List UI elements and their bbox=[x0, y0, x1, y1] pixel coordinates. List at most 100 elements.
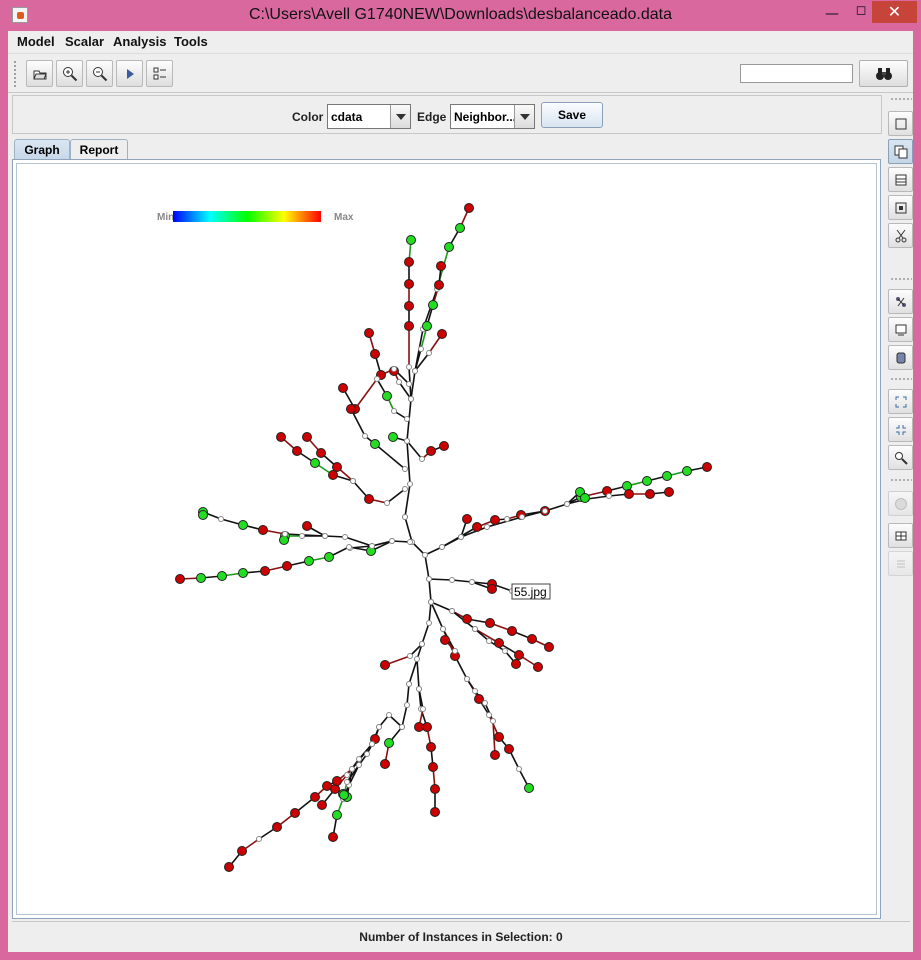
reset-zoom-button[interactable] bbox=[888, 417, 913, 442]
internal-node[interactable] bbox=[504, 516, 510, 522]
internal-node[interactable] bbox=[402, 514, 408, 520]
internal-node[interactable] bbox=[472, 626, 478, 632]
internal-node[interactable] bbox=[406, 364, 412, 370]
frame-tool-button[interactable] bbox=[888, 195, 913, 220]
instance-node[interactable] bbox=[279, 535, 289, 545]
instance-node[interactable] bbox=[527, 634, 537, 644]
instance-node[interactable] bbox=[310, 458, 320, 468]
instance-node[interactable] bbox=[328, 832, 338, 842]
instance-node[interactable] bbox=[364, 494, 374, 504]
instance-node[interactable] bbox=[462, 514, 472, 524]
instance-node[interactable] bbox=[487, 584, 497, 594]
internal-node[interactable] bbox=[362, 433, 368, 439]
close-button[interactable]: ✕ bbox=[872, 1, 917, 23]
instance-node[interactable] bbox=[332, 776, 342, 786]
internal-node[interactable] bbox=[486, 712, 492, 718]
internal-node[interactable] bbox=[519, 514, 525, 520]
internal-node[interactable] bbox=[399, 724, 405, 730]
instance-node[interactable] bbox=[455, 223, 465, 233]
instance-node[interactable] bbox=[544, 642, 554, 652]
database-tool-button[interactable] bbox=[888, 345, 913, 370]
instance-node[interactable] bbox=[304, 556, 314, 566]
internal-node[interactable] bbox=[396, 379, 402, 385]
internal-node[interactable] bbox=[422, 552, 428, 558]
instance-node[interactable] bbox=[414, 722, 424, 732]
instance-node[interactable] bbox=[290, 808, 300, 818]
internal-node[interactable] bbox=[418, 346, 424, 352]
instance-node[interactable] bbox=[645, 489, 655, 499]
internal-node[interactable] bbox=[408, 396, 414, 402]
instance-node[interactable] bbox=[524, 783, 534, 793]
internal-node[interactable] bbox=[458, 534, 464, 540]
internal-node[interactable] bbox=[391, 408, 397, 414]
instance-node[interactable] bbox=[310, 792, 320, 802]
instance-node[interactable] bbox=[370, 439, 380, 449]
internal-node[interactable] bbox=[344, 772, 350, 778]
internal-node[interactable] bbox=[439, 544, 445, 550]
internal-node[interactable] bbox=[402, 486, 408, 492]
internal-node[interactable] bbox=[349, 766, 355, 772]
menu-tools[interactable]: Tools bbox=[174, 34, 208, 49]
internal-node[interactable] bbox=[428, 599, 434, 605]
internal-node[interactable] bbox=[449, 577, 455, 583]
internal-node[interactable] bbox=[407, 653, 413, 659]
menu-model[interactable]: Model bbox=[17, 34, 55, 49]
instance-node[interactable] bbox=[662, 471, 672, 481]
instance-node[interactable] bbox=[439, 441, 449, 451]
instance-node[interactable] bbox=[388, 432, 398, 442]
internal-node[interactable] bbox=[542, 508, 548, 514]
internal-node[interactable] bbox=[346, 544, 352, 550]
instance-node[interactable] bbox=[494, 638, 504, 648]
minimize-button[interactable]: — bbox=[820, 6, 844, 28]
play-button[interactable] bbox=[116, 60, 143, 87]
instance-node[interactable] bbox=[664, 487, 674, 497]
instance-node[interactable] bbox=[302, 521, 312, 531]
instance-node[interactable] bbox=[258, 525, 268, 535]
instance-node[interactable] bbox=[490, 515, 500, 525]
list-tool-button[interactable] bbox=[888, 167, 913, 192]
instance-node[interactable] bbox=[464, 203, 474, 213]
instance-node[interactable] bbox=[175, 574, 185, 584]
monitor-tool-button[interactable] bbox=[888, 317, 913, 342]
instance-node[interactable] bbox=[490, 750, 500, 760]
internal-node[interactable] bbox=[412, 368, 418, 374]
instance-node[interactable] bbox=[404, 257, 414, 267]
cut-tool-button[interactable] bbox=[888, 223, 913, 248]
instance-node[interactable] bbox=[430, 807, 440, 817]
instance-node[interactable] bbox=[384, 738, 394, 748]
fit-tool-button[interactable] bbox=[888, 389, 913, 414]
internal-node[interactable] bbox=[414, 656, 420, 662]
internal-node[interactable] bbox=[404, 438, 410, 444]
instance-node[interactable] bbox=[339, 790, 349, 800]
instance-node[interactable] bbox=[430, 784, 440, 794]
find-button[interactable] bbox=[859, 60, 908, 87]
zoom-in-button[interactable] bbox=[56, 60, 83, 87]
instance-node[interactable] bbox=[237, 846, 247, 856]
internal-node[interactable] bbox=[356, 756, 362, 762]
instance-node[interactable] bbox=[428, 300, 438, 310]
disabled-circle-button[interactable] bbox=[888, 491, 913, 516]
internal-node[interactable] bbox=[342, 534, 348, 540]
instance-node[interactable] bbox=[422, 321, 432, 331]
instance-node[interactable] bbox=[682, 466, 692, 476]
chevron-down-icon[interactable] bbox=[514, 105, 534, 128]
instance-node[interactable] bbox=[380, 759, 390, 769]
search-input[interactable] bbox=[740, 64, 853, 83]
toolbar-grip[interactable] bbox=[890, 377, 912, 382]
select-tool-button[interactable] bbox=[888, 111, 913, 136]
internal-node[interactable] bbox=[452, 648, 458, 654]
instance-node[interactable] bbox=[238, 568, 248, 578]
menu-scalar[interactable]: Scalar bbox=[65, 34, 104, 49]
internal-node[interactable] bbox=[516, 766, 522, 772]
instance-node[interactable] bbox=[198, 510, 208, 520]
instance-node[interactable] bbox=[494, 732, 504, 742]
tab-report[interactable]: Report bbox=[70, 139, 128, 160]
internal-node[interactable] bbox=[426, 350, 432, 356]
instance-node[interactable] bbox=[404, 321, 414, 331]
internal-node[interactable] bbox=[386, 712, 392, 718]
instance-node[interactable] bbox=[316, 448, 326, 458]
internal-node[interactable] bbox=[344, 779, 350, 785]
internal-node[interactable] bbox=[407, 481, 413, 487]
internal-node[interactable] bbox=[482, 700, 488, 706]
internal-node[interactable] bbox=[469, 579, 475, 585]
